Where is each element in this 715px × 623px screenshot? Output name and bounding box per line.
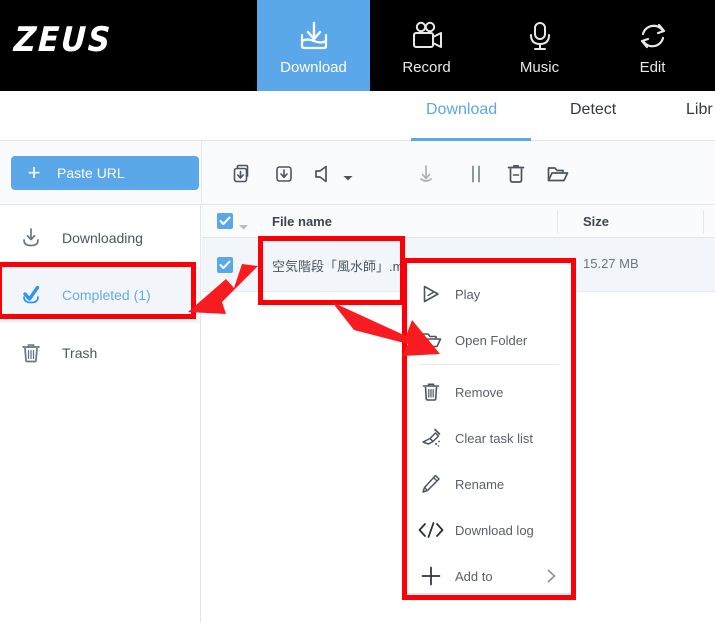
- speaker-dropdown-caret-icon[interactable]: [342, 170, 354, 181]
- nav-tab-download-label: Download: [280, 59, 347, 76]
- list-header: File name Size: [202, 205, 715, 238]
- menu-item-add-to-label: Add to: [455, 568, 493, 584]
- pause-icon[interactable]: [462, 160, 490, 188]
- column-divider-2: [703, 210, 704, 233]
- context-menu: Play Open Folder Remove Clear task list …: [406, 262, 572, 594]
- microphone-icon: [525, 16, 555, 56]
- download-tray-icon: [297, 16, 331, 56]
- nav-tab-music[interactable]: Music: [483, 0, 596, 91]
- batch-download-icon[interactable]: [226, 160, 254, 188]
- chevron-right-icon: [546, 569, 557, 588]
- tab-download[interactable]: Download: [426, 101, 497, 119]
- tab-detect[interactable]: Detect: [570, 101, 616, 119]
- column-header-file-name[interactable]: File name: [272, 214, 332, 229]
- menu-item-add-to[interactable]: Add to: [407, 553, 571, 599]
- trash-icon: [407, 381, 455, 403]
- tab-library[interactable]: Libr: [686, 101, 713, 119]
- code-brackets-icon: [407, 520, 455, 540]
- download-icon[interactable]: [270, 160, 298, 188]
- app-logo: ZEUS: [12, 20, 114, 60]
- menu-item-play-label: Play: [455, 286, 481, 302]
- broom-icon: [407, 427, 455, 449]
- video-camera-icon: [409, 16, 445, 56]
- nav-tab-edit-label: Edit: [639, 59, 666, 76]
- plus-icon: [407, 564, 455, 588]
- open-folder-icon[interactable]: [544, 160, 572, 188]
- sidebar-item-trash-label: Trash: [62, 345, 98, 361]
- menu-item-download-log-label: Download log: [455, 522, 534, 538]
- row-file-size: 15.27 MB: [583, 256, 639, 271]
- row-file-name: 空気階段「風水師」.mp3: [272, 259, 418, 274]
- menu-item-remove-label: Remove: [455, 384, 504, 400]
- sidebar-item-trash[interactable]: Trash: [0, 325, 200, 381]
- paste-url-button[interactable]: + Paste URL: [11, 156, 199, 190]
- menu-item-clear-task-list-label: Clear task list: [455, 430, 534, 446]
- folder-open-icon: [407, 329, 455, 351]
- toolbar-divider: [201, 141, 202, 205]
- sidebar-item-completed[interactable]: Completed (1): [0, 267, 200, 323]
- nav-tab-record-label: Record: [402, 59, 451, 76]
- nav-tab-music-label: Music: [519, 59, 560, 76]
- nav-tab-record[interactable]: Record: [370, 0, 483, 91]
- select-all-checkbox[interactable]: [217, 213, 233, 229]
- menu-item-rename[interactable]: Rename: [407, 461, 571, 507]
- download-arrow-icon[interactable]: [412, 160, 440, 188]
- sidebar-item-downloading[interactable]: Downloading: [0, 210, 200, 266]
- trash-icon: [0, 340, 62, 366]
- menu-item-play[interactable]: Play: [407, 271, 571, 317]
- nav-tab-download[interactable]: Download: [257, 0, 370, 91]
- top-nav-tabs: Download Record Music Edit: [257, 0, 709, 91]
- column-header-size[interactable]: Size: [583, 214, 609, 229]
- nav-tab-edit[interactable]: Edit: [596, 0, 709, 91]
- download-inbox-icon: [0, 225, 62, 251]
- sub-tab-bar: Download Detect Libr: [0, 91, 715, 141]
- menu-item-open-folder-label: Open Folder: [455, 332, 528, 348]
- paste-url-label: Paste URL: [57, 165, 125, 181]
- plus-icon: +: [27, 160, 41, 185]
- menu-item-open-folder[interactable]: Open Folder: [407, 317, 571, 363]
- refresh-cycle-icon: [636, 16, 670, 56]
- pencil-icon: [407, 473, 455, 495]
- menu-item-download-log[interactable]: Download log: [407, 507, 571, 553]
- play-icon: [407, 283, 455, 305]
- sidebar-item-completed-label: Completed (1): [62, 287, 151, 303]
- sidebar: Downloading Completed (1) Trash: [0, 205, 201, 623]
- speaker-icon[interactable]: [310, 160, 338, 188]
- row-checkbox[interactable]: [217, 257, 233, 273]
- column-divider-1: [557, 210, 558, 233]
- trash-remove-icon[interactable]: [502, 160, 530, 188]
- select-all-dropdown-caret-icon[interactable]: [238, 218, 249, 236]
- menu-item-clear-task-list[interactable]: Clear task list: [407, 415, 571, 461]
- sidebar-item-downloading-label: Downloading: [62, 230, 143, 246]
- menu-item-rename-label: Rename: [455, 476, 505, 492]
- top-navigation-bar: ZEUS Download Record Music Edit: [0, 0, 715, 91]
- menu-item-remove[interactable]: Remove: [407, 369, 571, 415]
- menu-divider: [419, 364, 559, 365]
- check-inbox-icon: [0, 282, 62, 308]
- app-window: ZEUS Download Record Music Edit Download…: [0, 0, 715, 623]
